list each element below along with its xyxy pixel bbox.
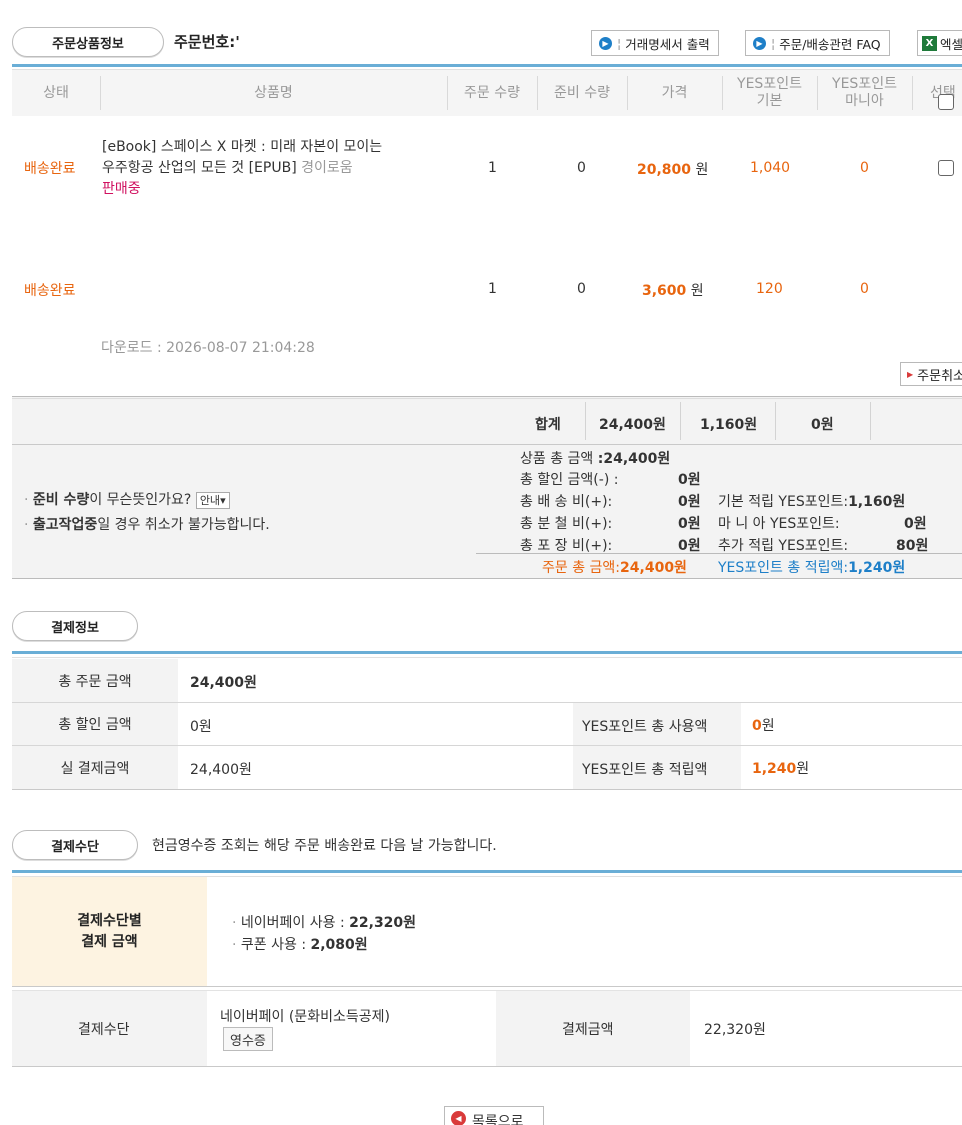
th-select: 선택 — [930, 84, 956, 101]
row2-prep-qty: 0 — [577, 281, 586, 297]
row1-prep-qty: 0 — [577, 160, 586, 176]
total-discount-value: 0원 — [190, 719, 212, 735]
th-product: 상품명 — [254, 84, 293, 101]
excel-button[interactable]: X 엑셀 — [917, 30, 962, 56]
order-products-tab[interactable]: 주문상품정보 — [12, 27, 164, 57]
receipt-button[interactable]: 영수증 — [223, 1027, 273, 1051]
order-total-line: 주문 총 금액:24,400원 — [542, 560, 687, 576]
back-to-list-button[interactable]: ◀ 목록으로 — [444, 1106, 544, 1125]
summary-total-amount: 24,400원 — [599, 417, 666, 433]
download-info: 다운로드 : 2026-08-07 21:04:28 — [101, 340, 315, 356]
cancel-order-button[interactable]: ▶ 주문취소 — [900, 362, 962, 386]
row1-sale-status: 판매중 — [102, 181, 141, 197]
invoice-print-button[interactable]: ▶ ¦ 거래명세서 출력 — [591, 30, 719, 56]
amount-label: 결제금액 — [562, 1022, 614, 1038]
row2-price: 3,600 원 — [642, 283, 704, 299]
row2-order-qty: 1 — [488, 281, 497, 297]
yes-used-value: 0원 — [752, 718, 775, 734]
th-yes-basic: YES포인트 기본 — [737, 76, 802, 109]
th-status: 상태 — [43, 84, 69, 101]
row1-publisher: 경이로움 — [301, 160, 353, 176]
total-order-label: 총 주문 금액 — [12, 659, 178, 702]
row2-status: 배송완료 — [24, 283, 76, 299]
note-cancel: · 출고작업중일 경우 취소가 불가능합니다. — [24, 517, 270, 533]
yes-total-line: YES포인트 총 적립액:1,240원 — [718, 560, 906, 576]
th-price: 가격 — [661, 84, 688, 101]
actual-payment-label: 실 결제금액 — [12, 746, 178, 789]
summary-yes-mania: 0원 — [811, 417, 834, 433]
arrow-right-icon: ▶ — [907, 369, 914, 379]
summary-yes-basic: 1,160원 — [700, 417, 758, 433]
mania-yes-line: 마 니 아 YES포인트: — [718, 516, 840, 532]
method-label: 결제수단 — [78, 1022, 130, 1038]
row1-yes-mania: 0 — [860, 160, 869, 176]
shipping-line: 총 배 송 비(+): — [520, 494, 613, 510]
yes-earned-label: YES포인트 총 적립액 — [582, 762, 708, 778]
order-number-label: 주문번호:' — [174, 33, 240, 51]
by-method-label: 결제수단별 결제 금액 — [12, 877, 207, 986]
faq-button[interactable]: ▶ ¦ 주문/배송관련 FAQ — [745, 30, 890, 56]
row1-order-qty: 1 — [488, 160, 497, 176]
discount-line: 총 할인 금액(-) : — [520, 472, 619, 488]
naverpay-line: · 네이버페이 사용 : 22,320원 — [232, 915, 417, 931]
play-circle-icon: ▶ — [599, 36, 612, 50]
coupon-line: · 쿠폰 사용 : 2,080원 — [232, 937, 368, 953]
wrapping-line: 총 포 장 비(+): — [520, 538, 613, 554]
select-all-checkbox[interactable] — [938, 94, 954, 110]
basic-yes-line: 기본 적립 YES포인트:1,160원 — [718, 494, 906, 510]
cash-receipt-notice: 현금영수증 조회는 해당 주문 배송완료 다음 날 가능합니다. — [152, 838, 497, 854]
row2-yes-mania: 0 — [860, 281, 869, 297]
note-prep-qty: · 준비 수량이 무슨뜻인가요? 안내▾ — [24, 489, 230, 509]
th-order-qty: 주문 수량 — [464, 84, 520, 101]
total-order-value: 24,400원 — [190, 675, 257, 691]
row1-yes-basic: 1,040 — [750, 160, 791, 176]
extra-yes-line: 추가 적립 YES포인트: — [718, 538, 849, 554]
summary-total-label: 합계 — [535, 417, 561, 433]
circle-arrow-icon: ◀ — [451, 1111, 466, 1125]
product-total-line: 상품 총 금액 :24,400원 — [520, 451, 671, 467]
guide-button[interactable]: 안내▾ — [195, 492, 230, 509]
th-prep-qty: 준비 수량 — [554, 84, 610, 101]
row1-status: 배송완료 — [24, 161, 76, 177]
actual-payment-value: 24,400원 — [190, 762, 252, 778]
installment-line: 총 분 철 비(+): — [520, 516, 613, 532]
excel-icon: X — [922, 35, 937, 51]
yes-earned-value: 1,240원 — [752, 761, 810, 777]
amount-value: 22,320원 — [704, 1022, 766, 1038]
play-circle-icon: ▶ — [753, 36, 766, 50]
row2-yes-basic: 120 — [756, 281, 783, 297]
row1-price: 20,800 원 — [637, 162, 709, 178]
payment-method-tab[interactable]: 결제수단 — [12, 830, 138, 860]
row1-title[interactable]: [eBook] 스페이스 X 마켓 : 미래 자본이 모이는 우주항공 산업의 … — [102, 137, 382, 200]
yes-used-label: YES포인트 총 사용액 — [582, 719, 708, 735]
row1-checkbox[interactable] — [938, 160, 954, 176]
method-value: 네이버페이 (문화비소득공제) — [220, 1009, 390, 1025]
th-yes-mania: YES포인트 마니아 — [832, 76, 897, 109]
payment-info-tab[interactable]: 결제정보 — [12, 611, 138, 641]
total-discount-label: 총 할인 금액 — [12, 703, 178, 745]
